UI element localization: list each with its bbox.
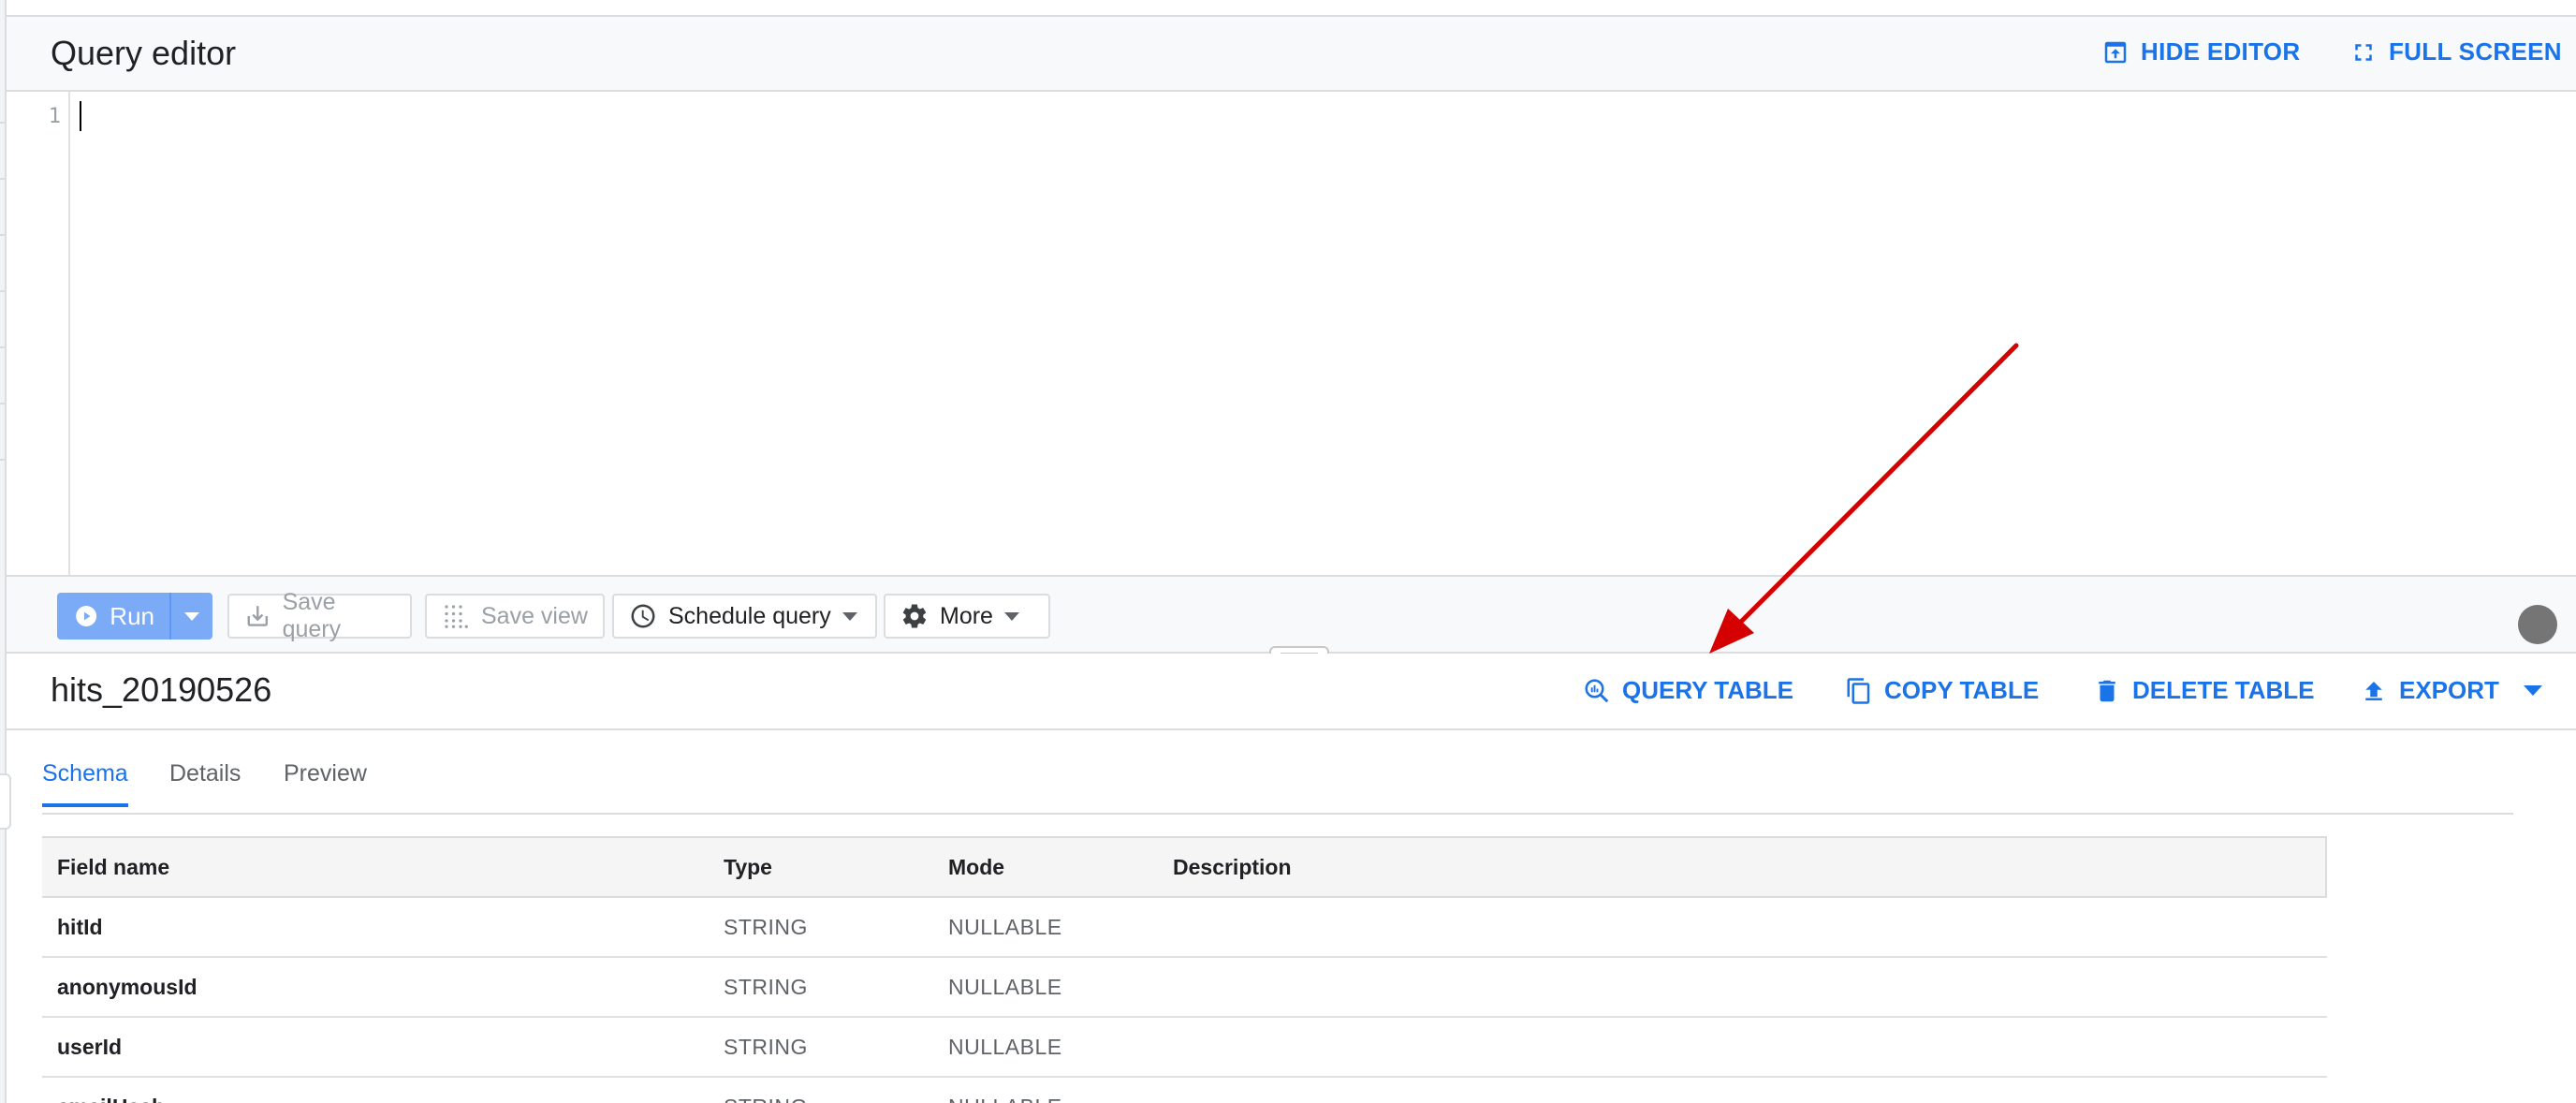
field-name: anonymousId: [57, 974, 198, 999]
tab-preview[interactable]: Preview: [284, 760, 367, 803]
table-header: hits_20190526 QUERY TABLE COPY TABLE DEL…: [7, 654, 2576, 730]
field-mode: NULLABLE: [948, 1034, 1062, 1059]
field-name: emailHash: [57, 1078, 165, 1103]
more-button[interactable]: More: [884, 594, 1050, 639]
hide-editor-label: HIDE EDITOR: [2141, 37, 2301, 66]
table-row[interactable]: hitId STRING NULLABLE: [42, 898, 2327, 958]
chevron-down-icon: [842, 611, 857, 621]
bigquery-console: Query editor HIDE EDITOR FULL SCREEN 1 R…: [0, 0, 2576, 1103]
run-button-group: Run: [57, 593, 212, 640]
field-mode: NULLABLE: [948, 974, 1062, 999]
editor-toolbar: Run Save query Save view Schedule query …: [7, 577, 2576, 654]
hide-editor-icon: [2104, 41, 2127, 63]
copy-table-button[interactable]: COPY TABLE: [1845, 676, 2039, 705]
save-view-button[interactable]: Save view: [425, 594, 605, 639]
fullscreen-icon: [2355, 43, 2372, 61]
query-table-label: QUERY TABLE: [1622, 676, 1793, 704]
schedule-query-button[interactable]: Schedule query: [612, 594, 877, 639]
gear-icon: [902, 604, 927, 628]
schedule-query-label: Schedule query: [668, 602, 831, 629]
tab-details[interactable]: Details: [169, 760, 241, 803]
save-view-label: Save view: [481, 602, 588, 629]
chevron-down-icon: [2523, 685, 2542, 696]
trash-icon: [2099, 680, 2115, 701]
column-header-description: Description: [1173, 854, 1292, 879]
field-type: STRING: [724, 974, 808, 999]
chevron-down-icon: [184, 611, 199, 621]
query-table-icon: [1585, 679, 1609, 702]
delete-table-button[interactable]: DELETE TABLE: [2093, 676, 2315, 705]
full-screen-button[interactable]: FULL SCREEN: [2349, 37, 2562, 66]
field-mode: NULLABLE: [948, 914, 1062, 939]
left-panel-edge: [0, 0, 11, 1103]
upload-icon: [2365, 681, 2382, 700]
clock-icon: [631, 604, 655, 628]
panel-collapse-handle[interactable]: [0, 773, 11, 830]
field-type: STRING: [724, 1078, 808, 1103]
schema-header-row: Field name Type Mode Description: [42, 836, 2327, 898]
table-row[interactable]: emailHash STRING NULLABLE: [42, 1078, 2327, 1103]
field-name: userId: [57, 1034, 123, 1059]
schema-table: Field name Type Mode Description hitId S…: [42, 836, 2327, 1103]
save-query-label: Save query: [282, 589, 342, 642]
hide-editor-button[interactable]: HIDE EDITOR: [2101, 37, 2300, 66]
query-table-button[interactable]: QUERY TABLE: [1583, 676, 1793, 705]
export-label: EXPORT: [2399, 676, 2499, 704]
line-gutter: 1: [7, 92, 70, 575]
play-icon: [76, 606, 97, 626]
query-editor[interactable]: 1: [7, 92, 2576, 577]
download-icon: [247, 606, 268, 626]
field-type: STRING: [724, 914, 808, 939]
field-mode: NULLABLE: [948, 1078, 1062, 1103]
text-caret: [80, 101, 81, 131]
copy-table-label: COPY TABLE: [1884, 676, 2040, 704]
field-type: STRING: [724, 1034, 808, 1059]
code-input-area[interactable]: [72, 92, 2576, 575]
run-options-dropdown[interactable]: [169, 593, 212, 640]
column-header-mode: Mode: [948, 854, 1005, 879]
copy-icon: [1847, 677, 1870, 704]
editor-title: Query editor: [51, 34, 237, 72]
export-button[interactable]: EXPORT: [2360, 676, 2542, 705]
editor-header: Query editor HIDE EDITOR FULL SCREEN: [7, 17, 2576, 92]
field-name: hitId: [57, 914, 103, 939]
status-indicator: [2518, 605, 2557, 644]
run-button[interactable]: Run: [57, 593, 169, 640]
delete-table-label: DELETE TABLE: [2132, 676, 2315, 704]
column-header-type: Type: [724, 854, 772, 879]
table-tabs: Schema Details Preview: [42, 740, 2513, 815]
save-query-button[interactable]: Save query: [227, 589, 412, 642]
table-row[interactable]: anonymousId STRING NULLABLE: [42, 958, 2327, 1018]
column-header-field-name: Field name: [57, 854, 170, 879]
full-screen-label: FULL SCREEN: [2389, 37, 2562, 66]
run-label: Run: [110, 601, 154, 630]
more-label: More: [940, 602, 993, 629]
grid-dots-icon: [445, 605, 468, 628]
tab-schema[interactable]: Schema: [42, 760, 128, 807]
table-row[interactable]: userId STRING NULLABLE: [42, 1018, 2327, 1078]
line-number: 1: [48, 105, 61, 128]
chevron-down-icon: [1003, 611, 1019, 621]
table-name: hits_20190526: [51, 670, 272, 709]
